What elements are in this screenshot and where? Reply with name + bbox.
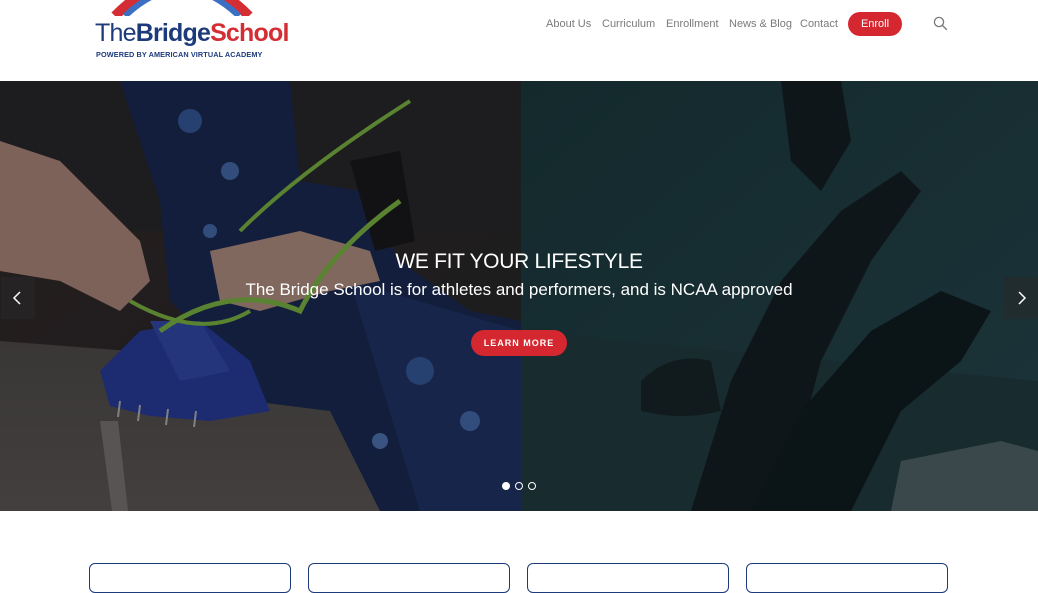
- feature-card[interactable]: [308, 563, 510, 593]
- feature-card[interactable]: [89, 563, 291, 593]
- logo-tagline: POWERED BY AMERICAN VIRTUAL ACADEMY: [96, 50, 263, 59]
- logo-bridge: Bridge: [135, 19, 211, 47]
- logo-the: The: [95, 19, 136, 47]
- site-logo[interactable]: TheBridgeSchool POWERED BY AMERICAN VIRT…: [95, 0, 289, 64]
- nav-about-us[interactable]: About Us: [546, 16, 591, 32]
- nav-news-blog[interactable]: News & Blog: [729, 16, 792, 32]
- learn-more-button[interactable]: LEARN MORE: [471, 330, 567, 356]
- slider-prev-button[interactable]: [1, 277, 35, 319]
- slide-dot-3[interactable]: [528, 482, 536, 490]
- hero-subheading: The Bridge School is for athletes and pe…: [245, 280, 793, 299]
- hero-heading: WE FIT YOUR LIFESTYLE: [395, 250, 643, 273]
- feature-card[interactable]: [746, 563, 948, 593]
- slide-dot-2[interactable]: [515, 482, 523, 490]
- nav-enrollment[interactable]: Enrollment: [666, 16, 719, 32]
- nav-contact[interactable]: Contact: [800, 16, 838, 32]
- search-icon[interactable]: [933, 16, 948, 31]
- chevron-left-icon: [12, 291, 21, 305]
- enroll-button[interactable]: Enroll: [848, 12, 902, 36]
- hero-slider: WE FIT YOUR LIFESTYLE The Bridge School …: [0, 81, 1038, 511]
- slide-dot-1[interactable]: [502, 482, 510, 490]
- logo-wordmark: TheBridgeSchool: [95, 18, 289, 48]
- slider-pagination: [502, 482, 538, 490]
- logo-arc-graphic: [111, 0, 253, 16]
- site-header: TheBridgeSchool POWERED BY AMERICAN VIRT…: [0, 0, 1038, 81]
- feature-card[interactable]: [527, 563, 729, 593]
- nav-curriculum[interactable]: Curriculum: [602, 16, 655, 32]
- logo-school: School: [210, 19, 289, 47]
- slider-next-button[interactable]: [1004, 277, 1038, 319]
- chevron-right-icon: [1018, 291, 1027, 305]
